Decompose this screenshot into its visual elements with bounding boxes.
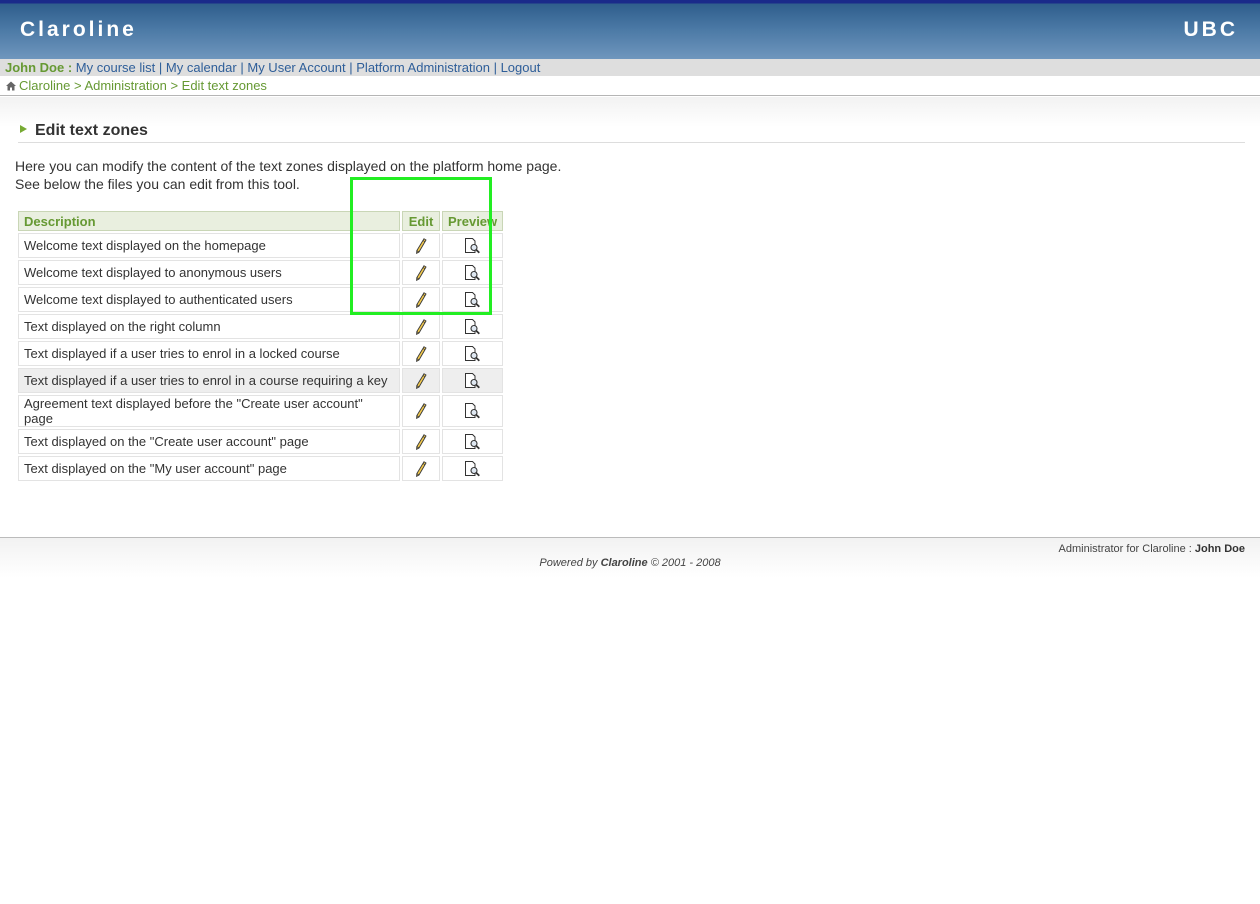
document-magnifier-icon[interactable] [464,433,481,450]
header-description: Description [18,211,400,231]
document-magnifier-icon[interactable] [464,345,481,362]
document-magnifier-icon[interactable] [464,372,481,389]
row-description: Welcome text displayed to anonymous user… [18,260,400,285]
pencil-icon[interactable] [415,318,427,335]
platform-name[interactable]: Claroline [20,18,137,42]
link-logout[interactable]: Logout [501,60,541,75]
row-edit-cell [402,395,440,427]
home-icon [6,81,16,91]
table-row: Welcome text displayed to anonymous user… [18,260,504,285]
table-row: Welcome text displayed on the homepage [18,233,504,258]
separator: | [240,60,244,75]
table-row: Agreement text displayed before the "Cre… [18,395,504,427]
document-magnifier-icon[interactable] [464,264,481,281]
document-magnifier-icon[interactable] [464,460,481,477]
pencil-icon[interactable] [415,237,427,254]
row-edit-cell [402,456,440,481]
row-preview-cell [442,287,504,312]
footer-admin-label: Administrator for Claroline : [1058,543,1192,555]
page-title: Edit text zones [35,122,148,139]
row-edit-cell [402,233,440,258]
separator: | [158,60,163,75]
row-description: Agreement text displayed before the "Cre… [18,395,400,427]
row-description: Welcome text displayed to authenticated … [18,287,400,312]
row-preview-cell [442,429,504,454]
header-preview: Preview [442,211,504,231]
header-edit: Edit [402,211,440,231]
page-title-row: Edit text zones [18,120,1245,143]
powered-by-label: Powered by [539,557,598,569]
row-edit-cell [402,368,440,393]
row-description: Text displayed if a user tries to enrol … [18,368,400,393]
row-preview-cell [442,260,504,285]
breadcrumb-claroline[interactable]: Claroline [19,78,70,93]
title-arrow-icon [20,125,27,133]
footer-administrator: Administrator for Claroline : John Doe [1059,543,1245,555]
separator: | [493,60,497,75]
pencil-icon[interactable] [415,460,427,477]
row-description: Text displayed on the "Create user accou… [18,429,400,454]
row-edit-cell [402,287,440,312]
intro-line-1: Here you can modify the content of the t… [15,158,562,174]
row-preview-cell [442,341,504,366]
pencil-icon[interactable] [415,291,427,308]
table-row: Text displayed if a user tries to enrol … [18,341,504,366]
pencil-icon[interactable] [415,264,427,281]
table-header-row: Description Edit Preview [18,211,504,231]
row-edit-cell [402,314,440,339]
breadcrumb-edit-text-zones[interactable]: Edit text zones [182,78,267,93]
powered-by-brand[interactable]: Claroline [601,557,648,569]
row-description: Text displayed if a user tries to enrol … [18,341,400,366]
pencil-icon[interactable] [415,403,427,420]
powered-by-years: © 2001 - 2008 [650,557,721,569]
link-my-course-list[interactable]: My course list [76,60,155,75]
row-preview-cell [442,314,504,339]
row-description: Text displayed on the "My user account" … [18,456,400,481]
user-bar: John Doe : My course list | My calendar … [0,59,1260,76]
breadcrumb-separator: > [73,78,82,93]
document-magnifier-icon[interactable] [464,318,481,335]
link-my-user-account[interactable]: My User Account [247,60,345,75]
table-row: Text displayed on the "Create user accou… [18,429,504,454]
row-preview-cell [442,233,504,258]
document-magnifier-icon[interactable] [464,403,481,419]
link-platform-administration[interactable]: Platform Administration [356,60,490,75]
table-row: Text displayed on the right column [18,314,504,339]
row-edit-cell [402,341,440,366]
separator: | [349,60,353,75]
breadcrumb: Claroline > Administration > Edit text z… [0,76,1260,96]
row-edit-cell [402,429,440,454]
institution-name[interactable]: UBC [1184,18,1239,42]
link-my-calendar[interactable]: My calendar [166,60,237,75]
footer-admin-name[interactable]: John Doe [1195,543,1245,555]
intro-line-2: See below the files you can edit from th… [15,176,300,192]
pencil-icon[interactable] [415,345,427,362]
breadcrumb-administration[interactable]: Administration [84,78,166,93]
breadcrumb-separator: > [170,78,179,93]
row-edit-cell [402,260,440,285]
row-preview-cell [442,395,504,427]
pencil-icon[interactable] [415,433,427,450]
table-row: Text displayed on the "My user account" … [18,456,504,481]
current-user-name: John Doe : [5,60,73,75]
pencil-icon[interactable] [415,372,427,389]
row-description: Text displayed on the right column [18,314,400,339]
document-magnifier-icon[interactable] [464,291,481,308]
document-magnifier-icon[interactable] [464,237,481,254]
row-preview-cell [442,456,504,481]
intro-text: Here you can modify the content of the t… [15,157,561,193]
table-row: Welcome text displayed to authenticated … [18,287,504,312]
powered-by: Powered by Claroline © 2001 - 2008 [0,557,1260,569]
table-row: Text displayed if a user tries to enrol … [18,368,504,393]
row-description: Welcome text displayed on the homepage [18,233,400,258]
text-zones-table: Description Edit Preview Welcome text di… [16,209,505,483]
row-preview-cell [442,368,504,393]
top-banner: Claroline UBC [0,0,1260,59]
